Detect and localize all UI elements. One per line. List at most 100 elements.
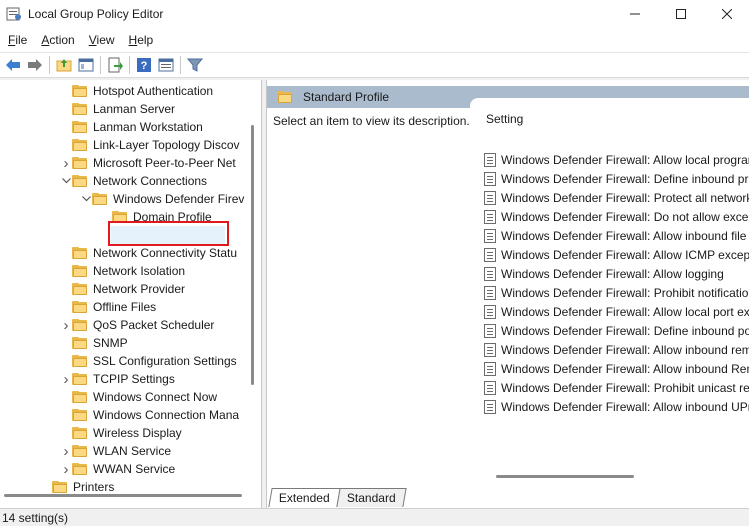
forward-button[interactable] — [24, 54, 46, 76]
setting-row[interactable]: Windows Defender Firewall: Allow inbound… — [484, 359, 749, 378]
chevron-right-icon[interactable]: › — [60, 370, 72, 388]
show-hide-tree-button[interactable] — [75, 54, 97, 76]
folder-icon — [72, 120, 88, 134]
setting-row[interactable]: Windows Defender Firewall: Define inboun… — [484, 321, 749, 340]
chevron-right-icon[interactable]: › — [60, 316, 72, 334]
policy-setting-icon — [484, 380, 496, 395]
column-header-setting[interactable]: Setting — [486, 112, 523, 126]
tree-item[interactable]: SSL Configuration Settings — [60, 352, 237, 370]
setting-row[interactable]: Windows Defender Firewall: Allow inbound… — [484, 340, 749, 359]
chevron-down-icon[interactable] — [60, 172, 72, 190]
tree-item[interactable]: Windows Connection Mana — [60, 406, 239, 424]
chevron-right-icon[interactable]: › — [60, 442, 72, 460]
tree-item[interactable]: › WWAN Service — [60, 460, 176, 478]
setting-row[interactable]: Windows Defender Firewall: Prohibit noti… — [484, 283, 749, 302]
tree-item[interactable]: Offline Files — [60, 298, 156, 316]
setting-row[interactable]: Windows Defender Firewall: Prohibit unic… — [484, 378, 749, 397]
setting-name: Windows Defender Firewall: Prohibit unic… — [501, 380, 749, 395]
up-one-level-button[interactable] — [53, 54, 75, 76]
tree-item-label: Network Connections — [93, 174, 208, 188]
tree-item[interactable]: Network Isolation — [60, 262, 185, 280]
maximize-button[interactable] — [658, 0, 704, 28]
tab-extended[interactable]: Extended — [268, 488, 341, 507]
toolbar: ? — [0, 52, 749, 78]
menu-action[interactable]: Action — [34, 30, 81, 50]
tree-item[interactable]: › WLAN Service — [60, 442, 172, 460]
setting-row[interactable]: Windows Defender Firewall: Allow inbound… — [484, 226, 749, 245]
export-list-button[interactable] — [104, 54, 126, 76]
folder-icon — [72, 372, 88, 386]
minimize-icon — [630, 13, 640, 15]
policy-setting-icon — [484, 323, 496, 338]
back-button[interactable] — [2, 54, 24, 76]
tree-item[interactable]: Network Provider — [60, 280, 185, 298]
setting-row[interactable]: Windows Defender Firewall: Allow logging — [484, 264, 724, 283]
filter-icon — [187, 58, 203, 72]
tree-item-label: SNMP — [93, 336, 128, 350]
tree-item[interactable]: Hotspot Authentication — [60, 82, 213, 100]
tree-item[interactable]: › QoS Packet Scheduler — [60, 316, 215, 334]
list-horizontal-scrollbar[interactable] — [496, 475, 634, 478]
view-tabs: Extended Standard — [266, 485, 749, 507]
tree-horizontal-scrollbar[interactable] — [4, 494, 242, 497]
setting-row[interactable]: Windows Defender Firewall: Protect all n… — [484, 188, 749, 207]
tree-item-label: WLAN Service — [93, 444, 172, 458]
chevron-down-icon[interactable] — [80, 190, 92, 208]
properties-button[interactable] — [155, 54, 177, 76]
folder-icon — [72, 84, 88, 98]
tree-item[interactable]: Lanman Workstation — [60, 118, 203, 136]
setting-row[interactable]: Windows Defender Firewall: Define inboun… — [484, 169, 749, 188]
chevron-right-icon[interactable]: › — [60, 154, 72, 172]
console-tree[interactable]: Hotspot Authentication Lanman Server Lanma… — [0, 80, 262, 508]
tree-item-label: Wireless Display — [93, 426, 182, 440]
tree-item-label: Network Connectivity Statu — [93, 246, 238, 260]
settings-list[interactable]: Setting Windows Defender Firewall: Allow… — [470, 98, 749, 480]
tree-item[interactable]: Link-Layer Topology Discov — [60, 136, 240, 154]
setting-row[interactable]: Windows Defender Firewall: Allow local p… — [484, 150, 749, 169]
tree-item[interactable]: Network Connections — [60, 172, 207, 190]
policy-setting-icon — [484, 228, 496, 243]
setting-name: Windows Defender Firewall: Allow local p… — [501, 152, 749, 167]
tree-item[interactable]: › TCPIP Settings — [60, 370, 175, 388]
tree-item-label: TCPIP Settings — [93, 372, 175, 386]
close-button[interactable] — [704, 0, 749, 28]
tree-item[interactable]: Network Connectivity Statu — [60, 244, 237, 262]
folder-icon — [72, 156, 88, 170]
setting-row[interactable]: Windows Defender Firewall: Allow local p… — [484, 302, 749, 321]
toolbar-separator — [180, 56, 181, 74]
setting-row[interactable]: Windows Defender Firewall: Allow ICMP ex… — [484, 245, 749, 264]
minimize-button[interactable] — [612, 0, 658, 28]
tree-item[interactable]: Lanman Server — [60, 100, 175, 118]
setting-name: Windows Defender Firewall: Do not allow … — [501, 209, 749, 224]
setting-row[interactable]: Windows Defender Firewall: Allow inbound… — [484, 397, 749, 416]
setting-row[interactable]: Windows Defender Firewall: Do not allow … — [484, 207, 749, 226]
tree-item[interactable]: Wireless Display — [60, 424, 182, 442]
tree-item-label: Hotspot Authentication — [93, 84, 214, 98]
tree-item[interactable]: Windows Connect Now — [60, 388, 217, 406]
chevron-right-icon[interactable]: › — [60, 460, 72, 478]
help-button[interactable]: ? — [133, 54, 155, 76]
tree-item[interactable]: Windows Defender Firev — [80, 190, 244, 208]
menu-file[interactable]: File — [1, 30, 34, 50]
menu-view[interactable]: View — [82, 30, 122, 50]
filter-button[interactable] — [184, 54, 206, 76]
properties-icon — [158, 58, 174, 72]
maximize-icon — [676, 9, 686, 19]
menu-help[interactable]: Help — [122, 30, 161, 50]
tree-vertical-scrollbar[interactable] — [251, 125, 254, 385]
show-hide-tree-icon — [78, 58, 94, 72]
policy-setting-icon — [484, 399, 496, 414]
selection-outline — [108, 221, 229, 246]
setting-name: Windows Defender Firewall: Define inboun… — [501, 323, 749, 338]
tab-standard[interactable]: Standard — [336, 488, 407, 507]
tree-item-label: Windows Connection Mana — [93, 408, 240, 422]
tree-item[interactable]: SNMP — [60, 334, 128, 352]
tree-item[interactable]: › Microsoft Peer-to-Peer Net — [60, 154, 236, 172]
setting-name: Windows Defender Firewall: Allow logging — [501, 266, 724, 281]
tree-item-label: Network Provider — [93, 282, 186, 296]
